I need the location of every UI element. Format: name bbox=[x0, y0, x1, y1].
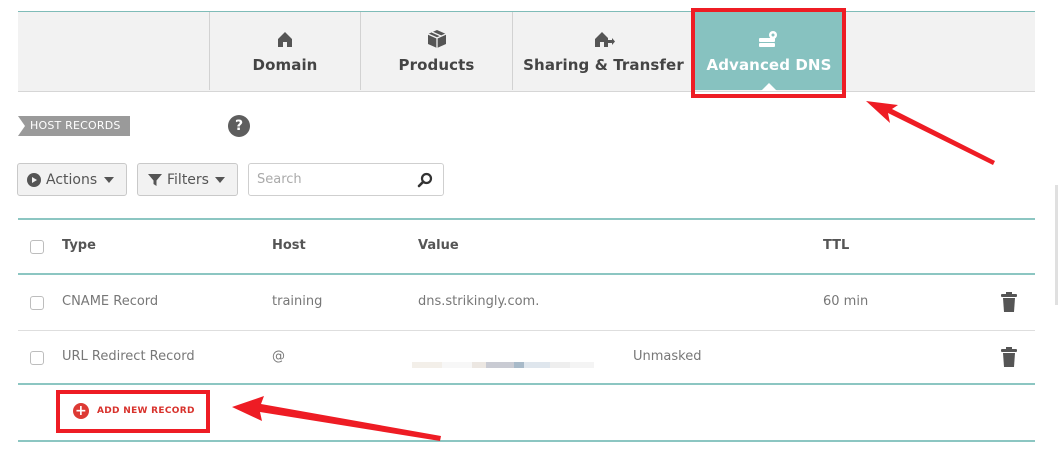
record-type: CNAME Record bbox=[62, 294, 159, 309]
annotation-arrow-add-record bbox=[232, 396, 441, 441]
table-header-border bbox=[18, 273, 1035, 275]
highlight-box-add-record bbox=[56, 390, 210, 433]
table-bottom-border bbox=[18, 383, 1035, 385]
tab-products-label: Products bbox=[398, 56, 475, 74]
column-value[interactable]: Value bbox=[418, 238, 459, 253]
actions-label: Actions bbox=[46, 171, 98, 188]
tab-sharing-transfer-label: Sharing & Transfer bbox=[523, 56, 684, 74]
record-host: @ bbox=[272, 349, 285, 364]
filter-icon bbox=[148, 173, 162, 186]
footer-border bbox=[18, 440, 1035, 442]
filters-label: Filters bbox=[167, 171, 209, 188]
host-records-label: HOST RECORDS bbox=[18, 116, 130, 136]
record-host: training bbox=[272, 294, 323, 309]
actions-button[interactable]: Actions bbox=[17, 163, 127, 196]
row-divider bbox=[18, 330, 1035, 331]
label-notch bbox=[18, 116, 25, 136]
tab-domain-label: Domain bbox=[252, 56, 318, 74]
record-value: dns.strikingly.com. bbox=[418, 294, 540, 309]
record-type: URL Redirect Record bbox=[62, 349, 195, 364]
redacted-value bbox=[412, 354, 594, 373]
trash-icon[interactable] bbox=[1000, 292, 1018, 312]
chevron-down-icon bbox=[215, 176, 225, 183]
record-ttl: 60 min bbox=[823, 294, 869, 309]
search-icon[interactable] bbox=[417, 172, 433, 188]
filters-button[interactable]: Filters bbox=[137, 163, 238, 196]
row-checkbox[interactable] bbox=[30, 351, 44, 365]
tab-domain[interactable]: Domain bbox=[209, 12, 360, 90]
search-box bbox=[248, 163, 444, 196]
tab-sharing-transfer[interactable]: Sharing & Transfer bbox=[512, 12, 694, 90]
chevron-down-icon bbox=[104, 176, 114, 183]
help-icon[interactable]: ? bbox=[228, 115, 250, 137]
select-all-checkbox[interactable] bbox=[30, 240, 44, 254]
house-transfer-icon bbox=[594, 32, 615, 47]
annotation-arrow-advanced-dns bbox=[866, 101, 995, 165]
column-ttl[interactable]: TTL bbox=[823, 238, 849, 253]
highlight-box-advanced-dns bbox=[691, 8, 846, 98]
row-checkbox[interactable] bbox=[30, 296, 44, 310]
trash-icon[interactable] bbox=[1000, 347, 1018, 367]
tab-products[interactable]: Products bbox=[360, 12, 512, 90]
search-input[interactable] bbox=[249, 164, 415, 195]
box-icon bbox=[427, 30, 446, 48]
redirect-type: Unmasked bbox=[633, 349, 702, 364]
table-top-border bbox=[18, 218, 1035, 220]
column-host[interactable]: Host bbox=[272, 238, 306, 253]
play-circle-icon bbox=[27, 172, 41, 187]
column-type[interactable]: Type bbox=[62, 238, 96, 253]
home-icon bbox=[278, 32, 292, 47]
